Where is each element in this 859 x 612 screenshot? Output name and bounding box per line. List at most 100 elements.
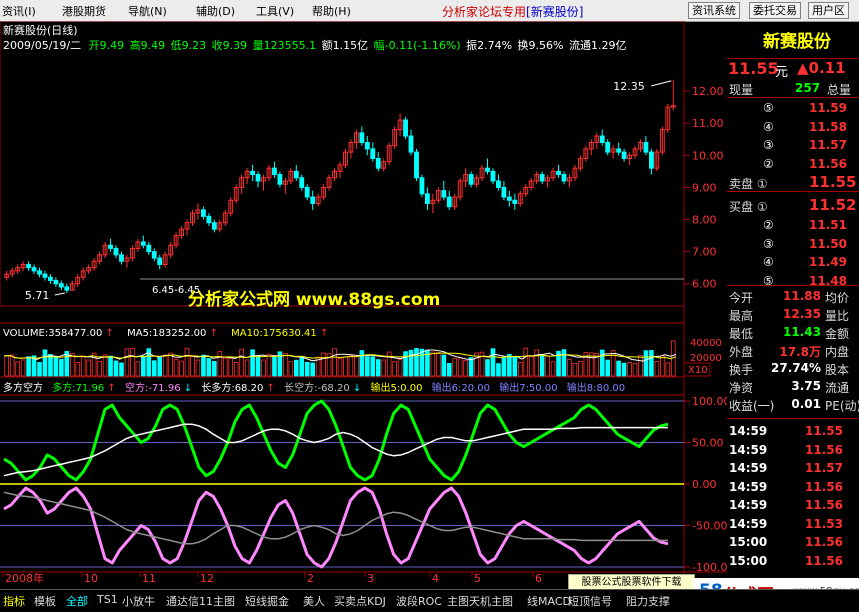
down-arrow-icon: ↓ [353,383,361,394]
menu-item-tools[interactable]: 工具(V) [256,3,294,19]
volume-bar [539,354,545,377]
volume-bar [244,359,250,377]
candle [58,283,64,288]
volume-bar [545,355,550,377]
volume-legend: VOLUME:358477.00 ↑ MA5:183252.00 ↑ MA10:… [3,328,328,339]
tab-6[interactable]: 短线掘金 [245,593,289,609]
menu-item-hk-futures[interactable]: 港股期货 [62,3,106,19]
menu-item-news[interactable]: 资讯(I) [2,3,36,19]
stat-value: 0.01 [791,397,821,411]
volume-bar [15,361,20,377]
info-open: 开9.49 [89,39,125,52]
menu-item-nav[interactable]: 导航(N) [128,3,167,19]
volume-bar [69,352,75,377]
volume-bar [485,359,490,377]
tick-price: 11.57 [805,461,843,475]
stat-label-right: PE(动) [825,399,859,413]
tab-4[interactable]: 小放牛 [122,593,155,609]
now-vol-value: 257 [795,81,821,95]
total-vol-label: 总量 [827,83,852,97]
tab-7[interactable]: 美人 [303,593,325,609]
volume-bar [206,358,212,377]
volume-bar [354,356,359,377]
candle [506,196,512,201]
tab-9[interactable]: 波段ROC [396,593,442,609]
tab-8[interactable]: 买卖点KDJ [334,593,386,609]
sell-level: ⑤ 11.59 [727,99,859,117]
volume-bars [3,340,677,377]
tab-12[interactable]: 短顶信号 [568,593,612,609]
stat-label: 最高 [729,309,754,323]
trade-button[interactable]: 委托交易 [749,2,801,19]
volume-bar [605,359,611,377]
osc-title: 多方空方 [3,381,43,394]
tab-0[interactable]: 指标 [3,593,25,609]
buy1-price: 11.52 [809,196,857,214]
tab-1[interactable]: 模板 [34,593,56,609]
tab-13[interactable]: 阻力支撑 [626,593,670,609]
volume-bar [523,347,529,377]
quote-panel: 新赛股份 11.55 元 ▲0.11 现量 257 总量 ⑤ 11.59 ④ 11.5… [727,21,859,591]
up-arrow-icon: ↑ [320,328,328,339]
volume-bar [190,356,195,377]
volume-bar [567,359,572,377]
tick-price: 11.53 [805,516,843,531]
stat-label-right: 内盘 [825,345,850,359]
stat-value: 17.8万 [779,345,821,359]
candle [48,276,53,282]
candle [539,174,545,182]
tick-row: 14:59 11.57 [727,459,859,477]
x-tick-label: 4 [432,572,439,585]
tab-3[interactable]: TS1 [97,593,118,606]
tick-time: 14:59 [729,442,768,457]
user-area-button[interactable]: 用户区 [808,2,849,19]
sell-level-price: 11.56 [809,156,847,171]
volume-bar [168,352,173,377]
volume-bar [365,356,370,377]
candle [485,167,490,172]
volume-bar [343,356,348,377]
osc-out6: 输出6:20.00 [432,381,490,394]
chart-title: 新赛股份(日线) [3,23,78,37]
volume-bar [293,359,299,377]
sell-level: ③ 11.57 [727,136,859,154]
tick-row: 15:00 11.56 [727,533,859,551]
volume-bar [392,361,397,377]
up-arrow-icon: ↑ [106,328,114,339]
tick-time: 14:59 [729,479,768,494]
osc-legend: 多方空方 多方:71.96 ↑ 空方:-71.96 ↓ 长多方:68.20 ↑ … [3,381,625,394]
menu-item-aux[interactable]: 辅助(D) [196,3,235,19]
tab-11[interactable]: 线MACD [527,593,571,609]
sell-level-price: 11.58 [809,119,847,134]
stat-label: 收益(一) [729,399,775,413]
volume-value: VOLUME:358477.00 [3,328,102,339]
volume-bar [430,351,436,377]
tab-10[interactable]: 主图天机主图 [447,593,513,609]
tab-2[interactable]: 全部 [66,593,88,609]
stat-row: 换手 27.74% 股本 [727,359,859,377]
candle [496,180,501,188]
candle [201,209,206,217]
chart-area: 新赛股份(日线) 2009/05/19/二 开9.49 高9.49 低9.23 … [0,21,727,589]
candle [419,177,425,195]
volume-bar [283,353,288,377]
x-axis-labels: 2008年 10 11 12 2 3 4 5 6 [2,571,542,585]
volume-bar [452,358,458,377]
sell-level-label: ② [763,156,774,171]
stat-label: 最低 [729,327,754,341]
tick-time: 15:00 [729,535,768,549]
quote-vol-row: 现量 257 总量 [727,79,859,98]
volume-bar [665,362,671,377]
info-system-button[interactable]: 资讯系统 [688,2,740,19]
osc-long-kfang: 长空方:-68.20 [284,381,350,394]
candle [272,167,277,176]
volume-bar [299,356,305,377]
info-date: 2009/05/19/二 [3,39,81,52]
volume-bar [463,359,468,377]
volume-bar [102,354,108,377]
menu-item-help[interactable]: 帮助(H) [312,3,351,19]
volume-bar [414,348,419,377]
tab-5[interactable]: 通达信11主图 [166,593,235,609]
volume-bar [179,360,184,377]
volume-bar [649,350,654,377]
